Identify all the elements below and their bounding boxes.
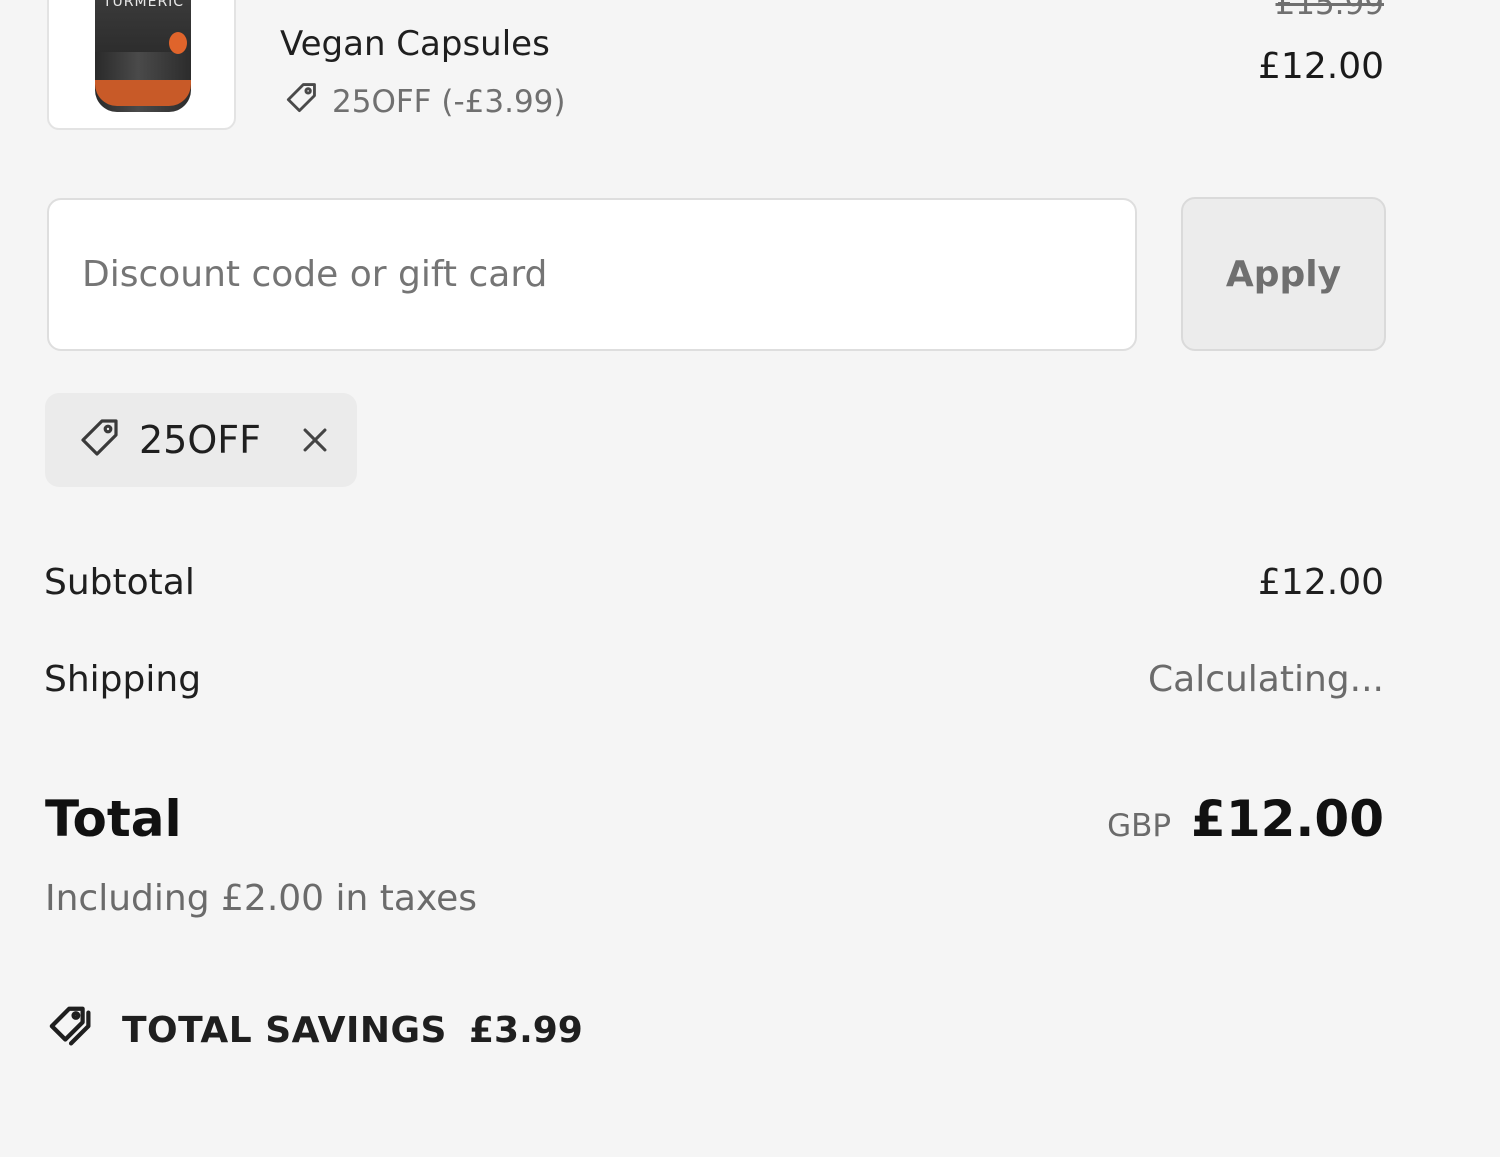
applied-code-label: 25OFF: [139, 418, 261, 462]
total-savings-amount: £3.99: [468, 1009, 583, 1051]
shipping-label: Shipping: [44, 659, 202, 700]
tag-icon: [282, 79, 320, 125]
total-amount: £12.00: [1191, 790, 1384, 848]
total-label: Total: [45, 790, 182, 848]
shipping-value: Calculating...: [1148, 659, 1384, 700]
apply-button[interactable]: Apply: [1181, 197, 1386, 351]
applied-code-chip: 25OFF: [45, 393, 357, 487]
product-image-brand: TURMERIC: [103, 0, 185, 10]
order-summary: TURMERIC Vegan Capsules 25OFF (-£3.99) £…: [0, 0, 1500, 1157]
product-bottle-image: TURMERIC: [95, 0, 191, 112]
product-title: Vegan Capsules: [280, 24, 550, 64]
subtotal-value: £12.00: [1258, 562, 1384, 603]
taxes-note: Including £2.00 in taxes: [45, 878, 478, 919]
price-current: £12.00: [1258, 46, 1384, 87]
total-savings-label: TOTAL SAVINGS: [122, 1009, 447, 1051]
tag-icon: [75, 414, 123, 466]
price-original: £15.99: [1275, 0, 1384, 22]
close-icon[interactable]: [295, 420, 335, 460]
total-currency: GBP: [1107, 808, 1172, 844]
total-value: GBP £12.00: [1107, 790, 1384, 848]
subtotal-label: Subtotal: [44, 562, 195, 603]
tags-icon: [46, 1003, 100, 1057]
discount-code-input[interactable]: [47, 198, 1137, 351]
product-thumbnail: TURMERIC: [47, 0, 236, 130]
product-discount-text: 25OFF (-£3.99): [332, 84, 566, 120]
product-discount: 25OFF (-£3.99): [282, 80, 565, 124]
total-savings: TOTAL SAVINGS £3.99: [46, 1003, 583, 1057]
